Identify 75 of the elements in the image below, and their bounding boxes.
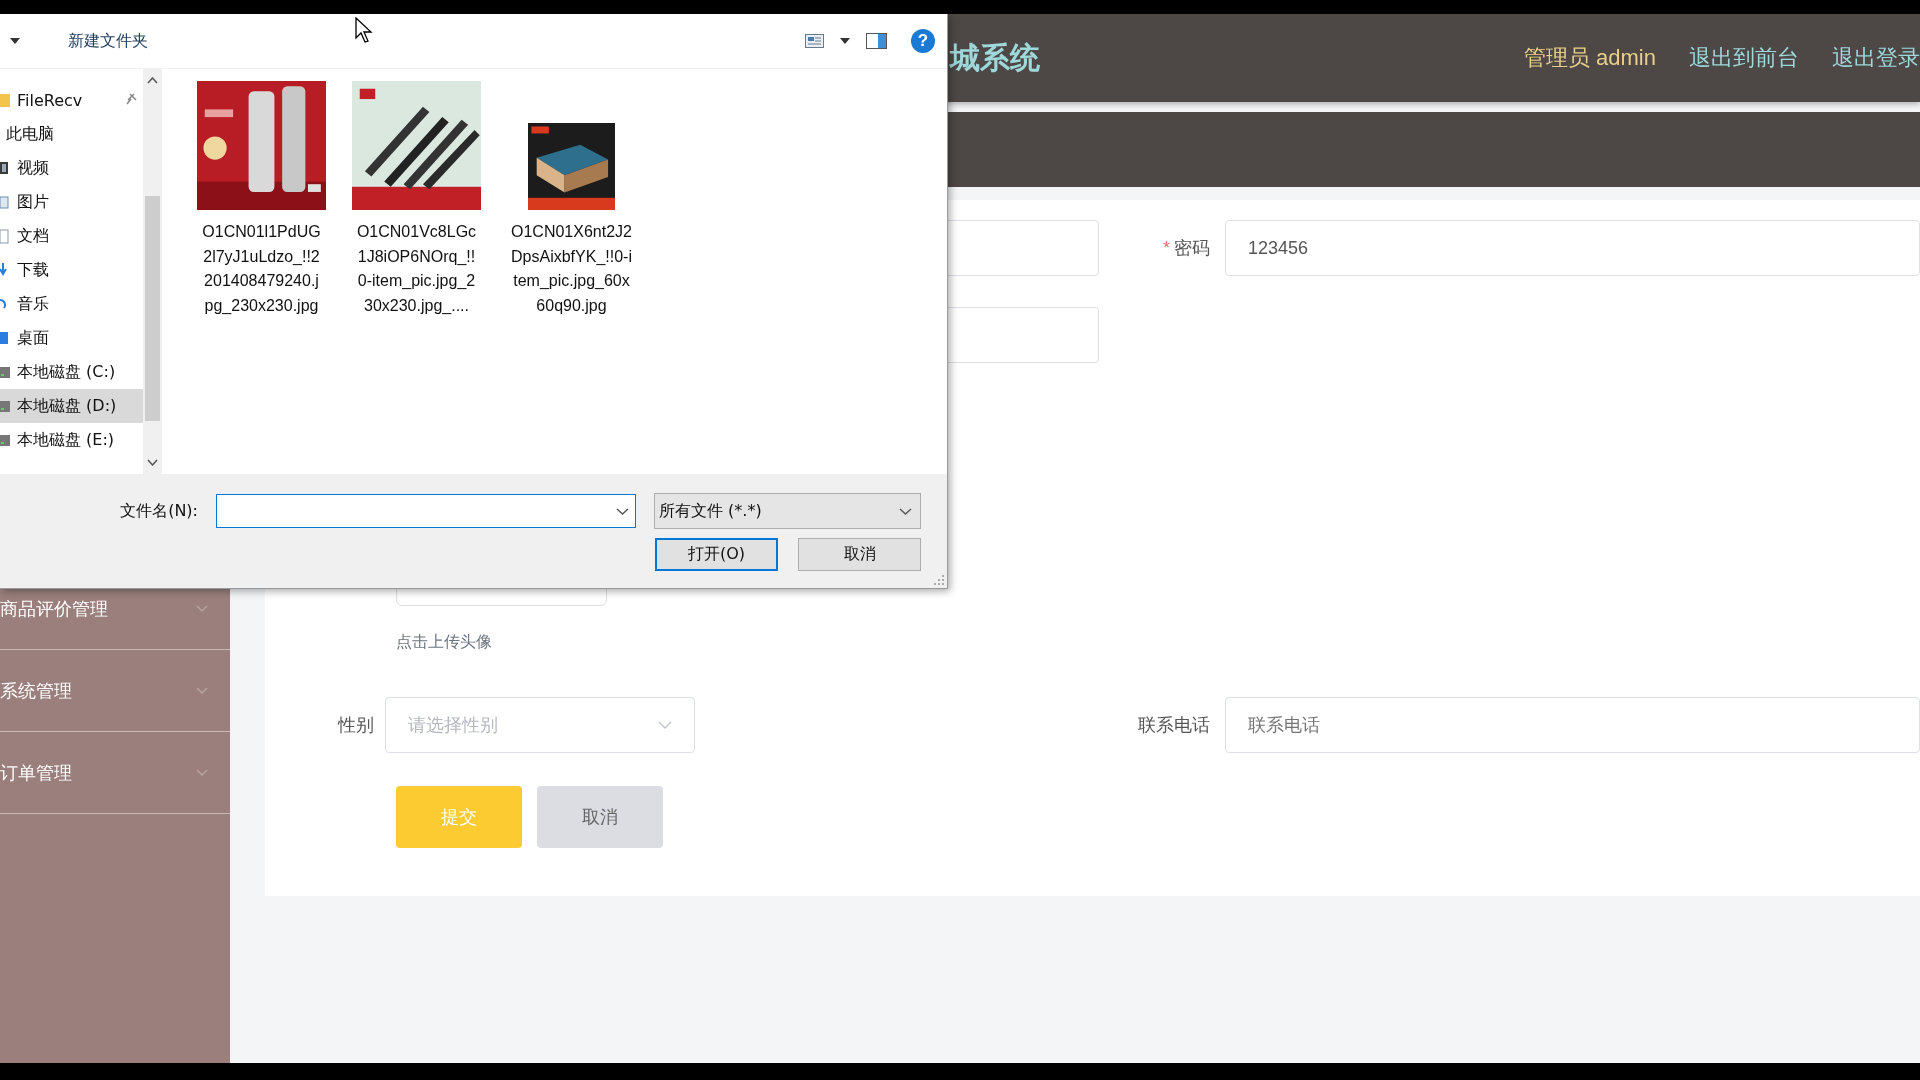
filename-label: 文件名(N): [120, 500, 198, 522]
nav-item-label: 本地磁盘 (E:) [17, 429, 115, 451]
caret-icon[interactable] [10, 38, 20, 44]
nav-item[interactable]: 视频 [0, 151, 143, 185]
nav-item[interactable]: 本地磁盘 (D:) [0, 389, 143, 423]
chevron-icon[interactable] [616, 507, 629, 515]
sidebar-item[interactable]: 系统管理 [0, 650, 230, 732]
nav-item[interactable]: 文档 [0, 219, 143, 253]
sidebar-item-label: 订单管理 [0, 761, 72, 785]
sidebar-item[interactable]: 订单管理 [0, 732, 230, 814]
open-button[interactable]: 打开(O) [655, 538, 778, 571]
nav-item[interactable]: 下载 [0, 253, 143, 287]
file-item[interactable]: O1CN01Vc8LGc1J8iOP6NOrq_!!0-item_pic.jpg_230x230.jpg_.... [349, 81, 484, 318]
nav-item-label: 下载 [17, 259, 49, 281]
field-label: 性别 [336, 714, 375, 737]
file-name: O1CN01Vc8LGc1J8iOP6NOrq_!!0-item_pic.jpg_230x230.jpg_.... [355, 222, 478, 316]
chevron-icon [658, 721, 672, 729]
file-name: O1CN01X6nt2J2DpsAixbfYK_!!0-item_pic.jpg_60x60q90.jpg [510, 222, 633, 316]
caret-icon[interactable] [840, 38, 850, 44]
upload-hint: 点击上传头像 [396, 632, 493, 652]
nav-item-label: 文档 [17, 225, 49, 247]
drive-icon [0, 432, 10, 448]
drive-icon [0, 364, 10, 380]
preview-pane-icon[interactable] [866, 33, 887, 49]
nav-item-label: 本地磁盘 (D:) [17, 395, 117, 417]
video-icon [0, 160, 10, 176]
nav-item[interactable]: 图片 [0, 185, 143, 219]
nav-item-label: 桌面 [17, 327, 49, 349]
new-folder-button[interactable]: 新建文件夹 [62, 26, 154, 56]
download-icon [0, 262, 10, 278]
nav-item-label: 音乐 [17, 293, 49, 315]
nav-item[interactable]: 桌面 [0, 321, 143, 355]
resize-grip-icon[interactable] [934, 575, 944, 585]
password-field[interactable]: 123456 [1225, 220, 1920, 276]
view-icon[interactable] [805, 34, 824, 48]
help-icon[interactable]: ? [911, 29, 935, 53]
drive-icon [0, 398, 10, 414]
select-placeholder: 请选择性别 [408, 714, 498, 737]
sidebar-item-label: 商品评价管理 [0, 597, 108, 621]
cursor-icon [355, 17, 373, 44]
phone-field[interactable]: 联系电话 [1225, 697, 1920, 753]
pin-icon[interactable] [126, 93, 137, 105]
nav-item[interactable]: 本地磁盘 (E:) [0, 423, 143, 457]
header-link[interactable]: 退出到前台 [1689, 43, 1799, 73]
file-item[interactable]: O1CN01l1PdUG2l7yJ1uLdzo_!!2201408479240.jpg_230x230.jpg [194, 81, 329, 318]
sidebar-item-label: 系统管理 [0, 679, 72, 703]
nav-item[interactable]: 音乐 [0, 287, 143, 321]
nav-item[interactable]: 本地磁盘 (C:) [0, 355, 143, 389]
nav-item-label: 本地磁盘 (C:) [17, 361, 116, 383]
folder-icon [0, 92, 10, 108]
scrollbar[interactable] [143, 69, 162, 474]
desktop-icon [0, 330, 10, 346]
field-label: * 密码 [1162, 237, 1211, 260]
nav-item-label: 此电脑 [6, 123, 54, 145]
file-item[interactable]: O1CN01X6nt2J2DpsAixbfYK_!!0-item_pic.jpg_60x60q90.jpg [504, 81, 639, 318]
nav-item[interactable]: FileRecv [0, 83, 143, 117]
cancel-button[interactable]: 取消 [537, 786, 663, 848]
scroll-down-icon[interactable] [147, 459, 158, 466]
field-label: 联系电话 [1137, 714, 1211, 737]
nav-item-label: 视频 [17, 157, 49, 179]
scroll-up-icon[interactable] [147, 77, 158, 84]
nav-item-label: FileRecv [17, 90, 83, 110]
app-title: 城系统 [950, 39, 1040, 76]
pictures-icon [0, 194, 10, 210]
file-type-select[interactable]: 所有文件 (*.*) [654, 493, 921, 529]
chevron-icon [899, 507, 912, 515]
nav-item-label: 图片 [17, 191, 49, 213]
cancel-button[interactable]: 取消 [798, 538, 921, 571]
admin-label: 管理员 admin [1523, 44, 1656, 72]
filename-field[interactable] [216, 494, 636, 528]
file-name: O1CN01l1PdUG2l7yJ1uLdzo_!!2201408479240.jpg_230x230.jpg [201, 222, 322, 316]
nav-item[interactable]: 此电脑 [0, 117, 143, 151]
file-type-value: 所有文件 (*.*) [659, 500, 762, 522]
header-link[interactable]: 退出登录 [1832, 43, 1920, 73]
scroll-thumb[interactable] [145, 196, 160, 421]
